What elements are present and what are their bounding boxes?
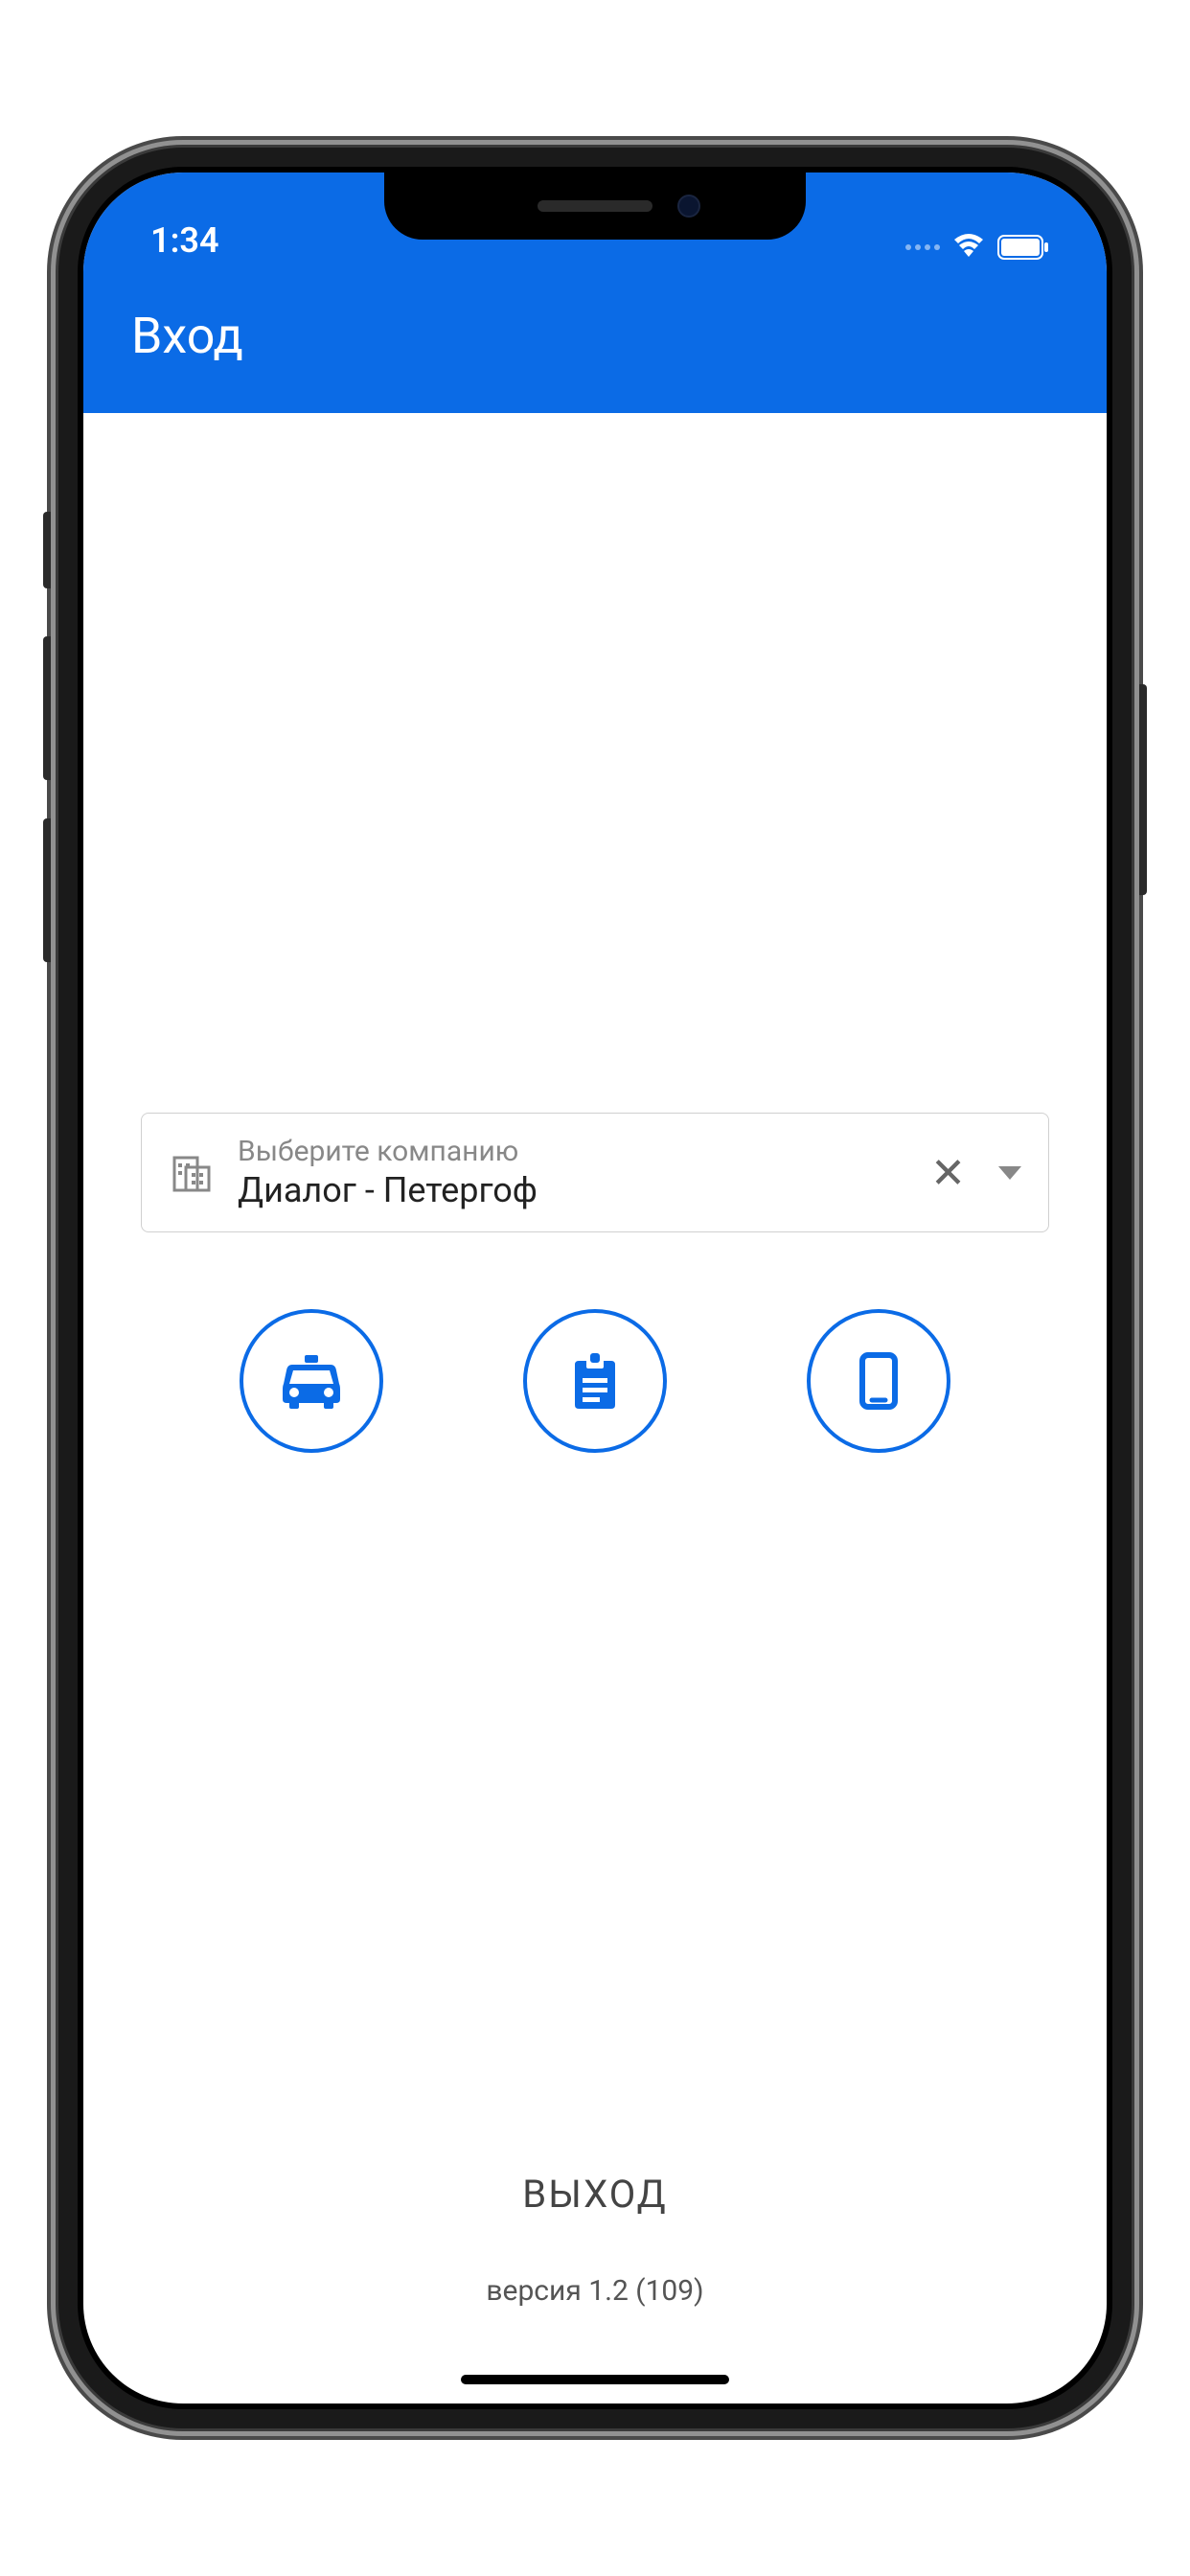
notch bbox=[384, 172, 806, 240]
clipboard-button[interactable] bbox=[523, 1309, 667, 1453]
status-icons bbox=[905, 234, 1049, 261]
exit-button[interactable]: ВЫХОД bbox=[503, 2152, 686, 2236]
spacer bbox=[141, 1453, 1049, 2152]
taxi-button[interactable] bbox=[240, 1309, 383, 1453]
speaker bbox=[538, 200, 652, 212]
phone-inner: 1:34 bbox=[78, 167, 1112, 2409]
phone-button[interactable] bbox=[807, 1309, 950, 1453]
page-title: Вход bbox=[131, 307, 1059, 365]
phone-silence-switch bbox=[43, 512, 51, 588]
screen: 1:34 bbox=[83, 172, 1107, 2404]
company-text: Выберите компанию Диалог - Петергоф bbox=[238, 1135, 898, 1210]
header: Вход bbox=[83, 268, 1107, 413]
spacer bbox=[141, 413, 1049, 1113]
phone-power-button bbox=[1139, 684, 1147, 895]
version-text: версия 1.2 (109) bbox=[141, 2274, 1049, 2308]
chevron-down-icon[interactable] bbox=[998, 1166, 1021, 1180]
building-icon bbox=[169, 1150, 215, 1196]
phone-volume-down bbox=[43, 818, 51, 962]
footer: ВЫХОД версия 1.2 (109) bbox=[141, 2152, 1049, 2404]
company-select[interactable]: Выберите компанию Диалог - Петергоф ✕ bbox=[141, 1113, 1049, 1232]
company-select-value: Диалог - Петергоф bbox=[238, 1170, 898, 1210]
phone-volume-up bbox=[43, 636, 51, 780]
battery-icon bbox=[997, 235, 1049, 260]
content: Выберите компанию Диалог - Петергоф ✕ bbox=[83, 413, 1107, 2404]
phone-icon bbox=[845, 1347, 912, 1414]
clear-icon[interactable]: ✕ bbox=[921, 1148, 975, 1198]
page-dots-icon bbox=[905, 244, 940, 250]
status-time: 1:34 bbox=[150, 220, 219, 261]
front-camera bbox=[677, 195, 700, 218]
icon-row bbox=[141, 1309, 1049, 1453]
clipboard-icon bbox=[561, 1347, 629, 1414]
home-indicator[interactable] bbox=[461, 2375, 729, 2384]
taxi-icon bbox=[278, 1347, 345, 1414]
wifi-icon bbox=[951, 234, 986, 261]
company-select-label: Выберите компанию bbox=[238, 1135, 898, 1168]
phone-frame: 1:34 bbox=[58, 148, 1132, 2428]
